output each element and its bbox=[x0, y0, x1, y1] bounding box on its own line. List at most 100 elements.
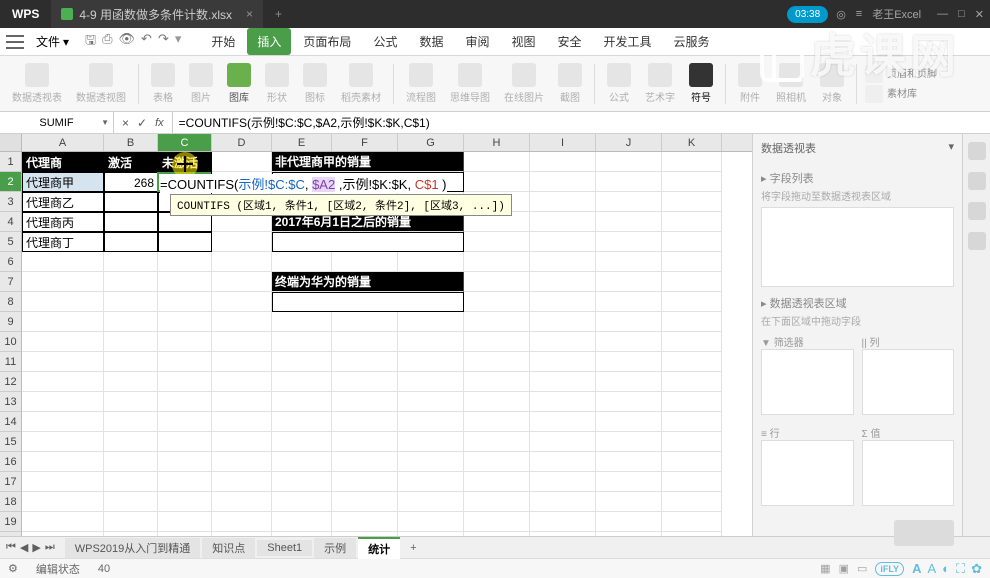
row-zone[interactable] bbox=[761, 440, 854, 506]
cell[interactable]: 非代理商甲的销量 bbox=[272, 152, 464, 172]
cell[interactable]: 代理商甲 bbox=[22, 172, 104, 192]
sheet-tab-active[interactable]: 统计 bbox=[358, 537, 400, 559]
close-tab-icon[interactable]: × bbox=[246, 7, 253, 21]
rail-tool-icon[interactable] bbox=[968, 202, 986, 220]
rail-backup-icon[interactable] bbox=[968, 232, 986, 250]
ribbon-camera[interactable]: 照相机 bbox=[772, 61, 810, 106]
select-all-corner[interactable] bbox=[0, 134, 22, 151]
sheet-tab[interactable]: 知识点 bbox=[202, 538, 255, 558]
ribbon-icons[interactable]: 图标 bbox=[299, 61, 331, 106]
ribbon-pivot-table[interactable]: 数据透视表 bbox=[8, 61, 66, 106]
view-normal-icon[interactable]: ▣ bbox=[839, 562, 849, 575]
col-header[interactable]: K bbox=[662, 134, 722, 151]
field-list-zone[interactable] bbox=[761, 207, 954, 287]
gear-icon[interactable]: ⚙ bbox=[8, 562, 18, 575]
ribbon-pivot-chart[interactable]: 数据透视图 bbox=[72, 61, 130, 106]
cell[interactable]: 代理商乙 bbox=[22, 192, 104, 212]
accept-formula-icon[interactable]: ✓ bbox=[137, 116, 147, 130]
add-sheet-button[interactable]: + bbox=[402, 542, 424, 554]
sheet-tab[interactable]: Sheet1 bbox=[257, 540, 312, 556]
undo-icon[interactable]: ↶ bbox=[141, 31, 152, 53]
ribbon-equation[interactable]: 公式 bbox=[603, 61, 635, 106]
user-label[interactable]: 老王Excel bbox=[872, 6, 921, 22]
sheet-nav-last-icon[interactable]: ⏭ bbox=[45, 541, 55, 554]
col-header[interactable]: H bbox=[464, 134, 530, 151]
col-header[interactable]: J bbox=[596, 134, 662, 151]
ribbon-screenshot[interactable]: 截图 bbox=[554, 61, 586, 106]
value-zone[interactable] bbox=[862, 440, 955, 506]
screenshot-icon[interactable]: ◎ bbox=[836, 8, 846, 21]
tab-pagelayout[interactable]: 页面布局 bbox=[293, 28, 361, 55]
spreadsheet-grid[interactable]: A B C D E F G H I J K 1 代理商 激活 未激活 非代理商甲… bbox=[0, 134, 752, 536]
settings-icon[interactable]: ✿ bbox=[971, 561, 982, 577]
tab-review[interactable]: 审阅 bbox=[455, 28, 499, 55]
feedback-icon[interactable]: ≡ bbox=[856, 8, 862, 20]
row-header[interactable]: 2 bbox=[0, 172, 22, 192]
sheet-nav-first-icon[interactable]: ⏮ bbox=[6, 541, 16, 554]
col-header[interactable]: C bbox=[158, 134, 212, 151]
redo-icon[interactable]: ↷ bbox=[158, 31, 169, 53]
preview-icon[interactable]: 👁 bbox=[119, 31, 136, 53]
tab-insert[interactable]: 插入 bbox=[247, 28, 291, 55]
print-icon[interactable]: ⎙ bbox=[102, 31, 112, 53]
sheet-tab[interactable]: 示例 bbox=[314, 538, 356, 558]
cell[interactable]: 268 bbox=[104, 172, 158, 192]
col-header[interactable]: F bbox=[332, 134, 398, 151]
col-header[interactable]: B bbox=[104, 134, 158, 151]
row-header[interactable]: 3 bbox=[0, 192, 22, 212]
tab-data[interactable]: 数据 bbox=[409, 28, 453, 55]
sheet-nav-prev-icon[interactable]: ◀ bbox=[20, 541, 28, 554]
ifly-badge[interactable]: iFLY bbox=[875, 562, 904, 576]
name-box[interactable]: SUMIF▼ bbox=[0, 112, 114, 133]
sheet-tab[interactable]: WPS2019从入门到精通 bbox=[65, 538, 201, 558]
ribbon-mindmap[interactable]: 思维导图 bbox=[446, 61, 494, 106]
moon-icon[interactable]: ◐ bbox=[942, 561, 950, 576]
side-panel-button[interactable] bbox=[894, 520, 954, 546]
minimize-icon[interactable]: — bbox=[937, 8, 948, 21]
filter-zone[interactable] bbox=[761, 349, 854, 415]
cancel-formula-icon[interactable]: × bbox=[122, 116, 129, 130]
sheet-nav-next-icon[interactable]: ▶ bbox=[32, 541, 40, 554]
maximize-icon[interactable]: □ bbox=[958, 8, 965, 21]
ribbon-shapes[interactable]: 形状 bbox=[261, 61, 293, 106]
cell[interactable]: 激活 bbox=[104, 152, 158, 172]
ribbon-header-footer[interactable] bbox=[865, 65, 883, 83]
formula-input[interactable]: =COUNTIFS(示例!$C:$C,$A2,示例!$K:$K,C$1) bbox=[173, 112, 990, 133]
save-icon[interactable]: 🖫 bbox=[85, 31, 96, 53]
file-tab[interactable]: 4-9 用函数做多条件计数.xlsx × bbox=[51, 0, 263, 28]
cell[interactable]: 终端为华为的销量 bbox=[272, 272, 464, 292]
tab-devtools[interactable]: 开发工具 bbox=[594, 28, 662, 55]
file-menu[interactable]: 文件▾ bbox=[36, 33, 69, 50]
close-icon[interactable]: ✕ bbox=[975, 8, 984, 21]
tab-formula[interactable]: 公式 bbox=[363, 28, 407, 55]
tab-cloud[interactable]: 云服务 bbox=[664, 28, 720, 55]
ribbon-material[interactable] bbox=[865, 85, 883, 103]
ribbon-attachment[interactable]: 附件 bbox=[734, 61, 766, 106]
row-header[interactable]: 5 bbox=[0, 232, 22, 252]
ribbon-wordart[interactable]: 艺术字 bbox=[641, 61, 679, 106]
fx-icon[interactable]: fx bbox=[155, 117, 164, 129]
col-header[interactable]: I bbox=[530, 134, 596, 151]
side-panel-dropdown-icon[interactable]: ▾ bbox=[948, 140, 954, 156]
tab-start[interactable]: 开始 bbox=[201, 28, 245, 55]
col-header[interactable]: E bbox=[272, 134, 332, 151]
ribbon-onlinepic[interactable]: 在线图片 bbox=[500, 61, 548, 106]
column-zone[interactable] bbox=[862, 349, 955, 415]
expand-icon[interactable]: ⛶ bbox=[956, 561, 965, 577]
row-header[interactable]: 1 bbox=[0, 152, 22, 172]
add-tab-button[interactable]: + bbox=[263, 7, 294, 21]
ribbon-object[interactable]: 对象 bbox=[816, 61, 848, 106]
ribbon-table[interactable]: 表格 bbox=[147, 61, 179, 106]
cell[interactable]: 代理商 bbox=[22, 152, 104, 172]
cell[interactable]: 代理商丁 bbox=[22, 232, 104, 252]
inline-formula-edit[interactable]: =COUNTIFS(示例!$C:$C, $A2 ,示例!$K:$K, C$1 ) bbox=[160, 174, 447, 193]
view-grid-icon[interactable]: ▦ bbox=[820, 562, 830, 575]
tab-view[interactable]: 视图 bbox=[501, 28, 545, 55]
view-page-icon[interactable]: ▭ bbox=[857, 562, 867, 575]
row-header[interactable]: 4 bbox=[0, 212, 22, 232]
cell[interactable] bbox=[212, 152, 272, 172]
rail-pivot-icon[interactable] bbox=[968, 172, 986, 190]
col-header[interactable]: D bbox=[212, 134, 272, 151]
tab-security[interactable]: 安全 bbox=[548, 28, 592, 55]
cell[interactable]: 未激活 bbox=[158, 152, 212, 172]
